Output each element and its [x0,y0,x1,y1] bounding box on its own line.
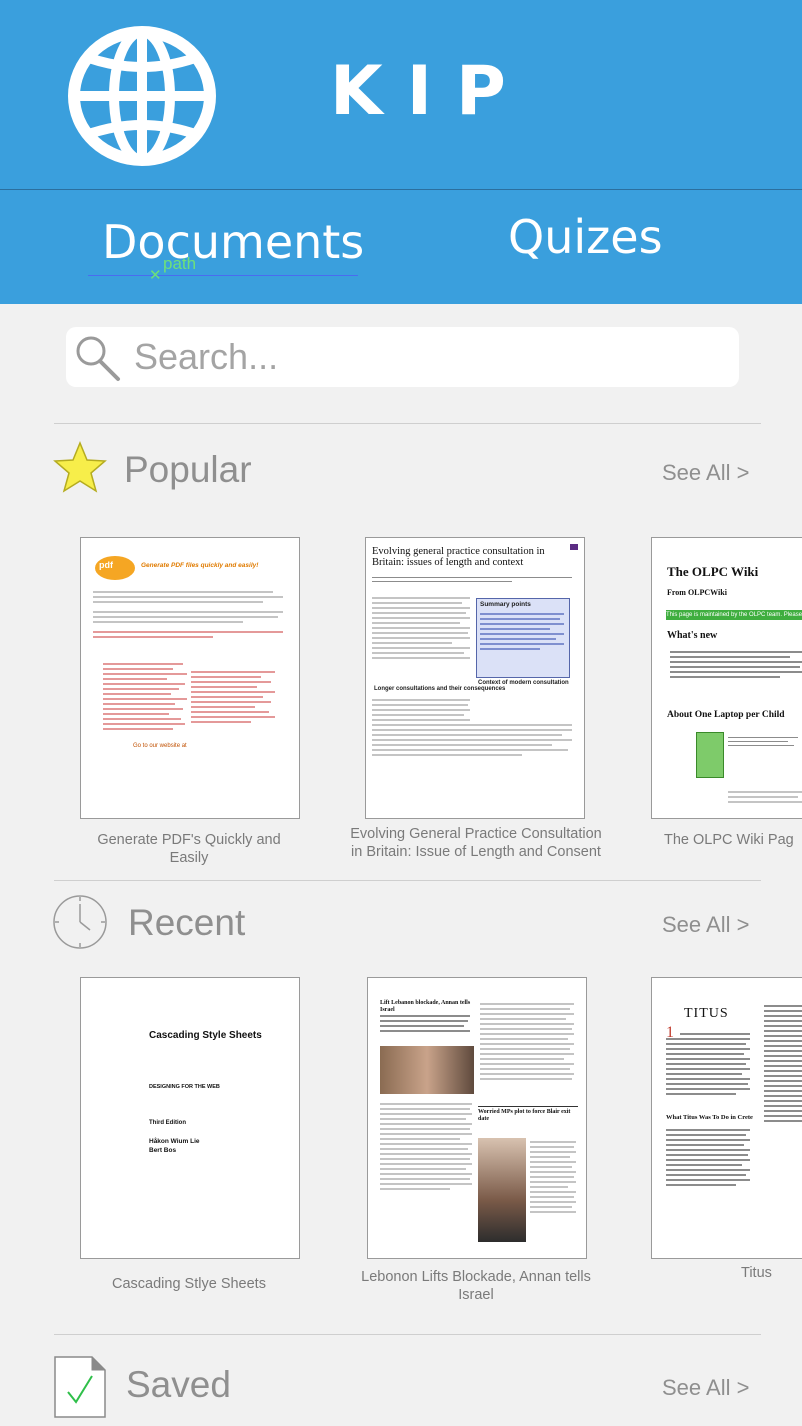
journal-logo-icon [570,544,578,550]
thumb-subheading: What Titus Was To Do in Crete [666,1114,753,1121]
thumb-body-lower [728,788,802,806]
thumb-whats-new: What's new [667,630,718,641]
thumb-sub: DESIGNING FOR THE WEB [149,1084,220,1090]
app-title: KIP [330,52,530,131]
laptop-image [696,732,724,778]
thumb-heading-2: Worried MPs plot to force Blair exit dat… [478,1106,578,1123]
clock-icon [53,895,107,949]
see-all-popular-link[interactable]: See All > [662,460,749,486]
news-photo-2 [478,1138,526,1242]
document-caption: Titus [741,1265,772,1281]
thumb-author-1: Håkon Wium Lie [149,1138,200,1145]
thumb-heading: Generate PDF files quickly and easily! [141,562,259,569]
document-card-consultation[interactable]: Evolving general practice consultation i… [365,537,585,819]
section-divider [54,880,761,881]
globe-icon [68,26,216,166]
thumb-col-left-lower [666,1126,752,1189]
thumb-authors [372,574,578,585]
thumb-col-left [666,1030,752,1098]
app-header: KIP [0,0,802,190]
thumb-body-lower [372,696,578,759]
thumb-footer: Go to our website at [133,743,187,749]
thumb-from: From OLPCWiki [667,588,727,597]
document-caption: Evolving General Practice Consultation i… [350,826,602,860]
search-placeholder: Search... [134,336,279,377]
document-caption: The OLPC Wiki Pag [664,832,794,848]
document-card-css[interactable]: Cascading Style Sheets DESIGNING FOR THE… [80,977,300,1259]
path-marker-icon: ✕ [149,267,162,284]
section-divider [54,1334,761,1335]
thumb-about: About One Laptop per Child [667,710,785,720]
search-icon [76,336,120,381]
thumb-subheading-2: Context of modern consultation [478,680,569,686]
search-input[interactable]: Search... [66,327,739,387]
thumb-heading: Cascading Style Sheets [149,1030,262,1041]
document-caption: Cascading Stlye Sheets [112,1276,266,1292]
section-divider [54,423,761,424]
document-card-olpc-wiki[interactable]: The OLPC Wiki From OLPCWiki This page is… [651,537,802,819]
thumb-list [670,648,802,681]
document-caption: Generate PDF's Quickly and Easily [97,832,281,866]
path-overlay-label: path [163,254,197,273]
pdf-logo-text: pdf [99,560,113,570]
thumb-author-2: Bert Bos [149,1147,177,1154]
thumb-subheading: Longer consultations and their consequen… [374,686,506,692]
star-icon [53,441,107,493]
thumb-columns-right [191,668,281,726]
summary-box-title: Summary points [480,601,531,608]
see-all-saved-link[interactable]: See All > [662,1375,749,1401]
document-card-pdf[interactable]: pdf Generate PDF files quickly and easil… [80,537,300,819]
thumb-bullets [380,1012,474,1035]
section-title-saved: Saved [126,1364,231,1405]
summary-box: Summary points [476,598,570,678]
document-card-titus[interactable]: TITUS 1 What Titus Was To Do in Crete [651,977,802,1259]
thumb-col-right [764,1002,802,1125]
tab-quizes[interactable]: Quizes [508,210,663,264]
document-caption: Lebonon Lifts Blockade, Annan tells Isra… [361,1269,591,1303]
thumb-body [93,588,287,641]
section-title-popular: Popular [124,449,252,490]
section-title-recent: Recent [128,902,246,943]
thumb-heading: The OLPC Wiki [667,564,759,579]
tab-bar: Documents Quizes path ✕ [0,190,802,304]
thumb-heading: TITUS [684,1006,729,1021]
news-photo-1 [380,1046,474,1094]
tab-documents[interactable]: Documents [102,215,364,269]
checked-document-icon [54,1356,106,1418]
active-tab-underline [88,275,358,276]
thumb-col-left [372,594,472,662]
thumb-col-right-lower [530,1138,578,1216]
thumb-col-left [380,1100,474,1193]
thumb-quote [728,734,802,749]
thumb-col-right [480,1000,576,1083]
thumb-green-banner: This page is maintained by the OLPC team… [666,610,802,620]
thumb-edition: Third Edition [149,1120,186,1126]
thumb-heading: Evolving general practice consultation i… [372,546,545,568]
document-card-news[interactable]: Lift Lebanon blockade, Annan tells Israe… [367,977,587,1259]
see-all-recent-link[interactable]: See All > [662,912,749,938]
